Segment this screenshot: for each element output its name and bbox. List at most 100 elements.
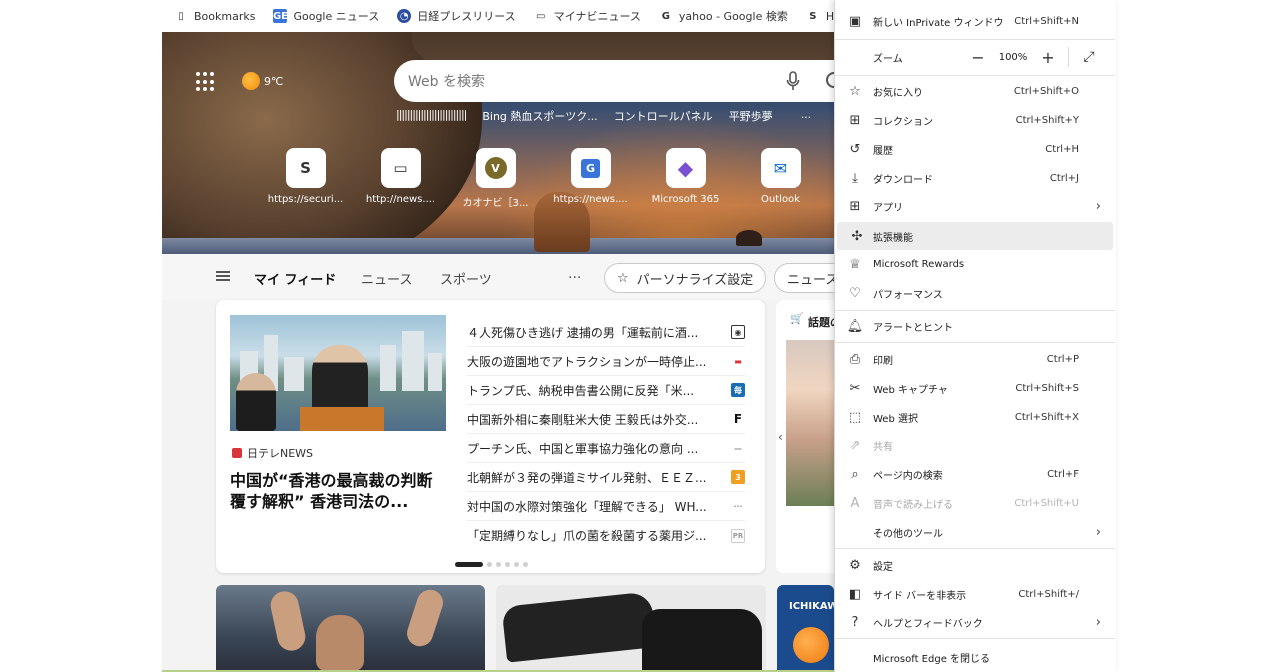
bookmark-security[interactable]: SHome - Security Bo... bbox=[806, 9, 834, 23]
menu-microsoft-rewards[interactable]: ♕ Microsoft Rewards bbox=[835, 250, 1115, 278]
quick-link[interactable]: コントロールパネル bbox=[614, 108, 713, 124]
menu-hide-sidebar[interactable]: ◧ サイド バーを非表示 Ctrl+Shift+/ bbox=[835, 580, 1115, 608]
zoom-in-button[interactable]: + bbox=[1034, 48, 1062, 67]
web-search-box[interactable]: Web を検索 bbox=[394, 60, 834, 102]
news-list-item[interactable]: プーチン氏、中国と軍事協力強化の意向 ... — bbox=[467, 434, 745, 463]
menu-web-select[interactable]: ⬚ Web 選択 Ctrl+Shift+X bbox=[835, 403, 1115, 431]
top-stories-card: 日テレNEWS 中国が“香港の最高裁の判断覆す解釈” 香港司法の... ４人死傷… bbox=[216, 300, 765, 573]
weather-temp: 9℃ bbox=[264, 74, 284, 88]
sports-story-tile[interactable] bbox=[216, 585, 485, 672]
tab-news[interactable]: ニュース bbox=[361, 269, 412, 288]
top-site-tile[interactable]: Ghttps://news.... bbox=[543, 148, 638, 209]
publisher-logo-icon: ◉ bbox=[731, 325, 745, 339]
select-icon: ⬚ bbox=[848, 409, 862, 425]
top-site-tile[interactable]: ▭ http://news.... bbox=[353, 148, 448, 209]
quick-links: |||||||||||||||||||||||||| Bing 熱血スポーツク.… bbox=[396, 108, 811, 124]
app-launcher-button[interactable] bbox=[196, 72, 216, 92]
page-icon: ▯ bbox=[178, 10, 184, 22]
bookmark-mynavi[interactable]: ▭ マイナビニュース bbox=[534, 8, 641, 24]
pr-badge: PR bbox=[731, 528, 745, 543]
top-site-tile[interactable]: Shttps://securi... bbox=[258, 148, 353, 209]
microsoft-365-icon: ◆ bbox=[665, 148, 706, 188]
menu-alerts-tips[interactable]: 🔔︎ アラートとヒント bbox=[835, 312, 1115, 340]
background-sea bbox=[162, 238, 834, 254]
shopping-card[interactable]: 🛒 話題の bbox=[776, 300, 834, 573]
top-sites: Shttps://securi... ▭ http://news.... V カオナ… bbox=[258, 148, 828, 209]
news-list-item[interactable]: 中国新外相に秦剛駐米大使 王毅氏は外交... F bbox=[467, 405, 745, 434]
news-list-item[interactable]: 大阪の遊園地でアトラクションが一時停止... ▬ bbox=[467, 347, 745, 376]
product-ad-tile[interactable] bbox=[496, 585, 766, 672]
carousel-prev-icon[interactable]: ‹ bbox=[778, 430, 783, 444]
main-story-headline[interactable]: 中国が“香港の最高裁の判断覆す解釈” 香港司法の... bbox=[230, 470, 446, 512]
outlook-icon: ✉ bbox=[760, 148, 801, 188]
main-story-image[interactable] bbox=[230, 315, 446, 431]
bookmark-bookmarks[interactable]: ▯ Bookmarks bbox=[174, 9, 255, 23]
promo-tile[interactable]: ICHIKAW bbox=[777, 585, 834, 672]
bookmarks-bar: ▯ Bookmarks GE Google ニュース ◔ 日経プレスリリース ▭ マイナ… bbox=[162, 0, 834, 32]
fullscreen-icon[interactable]: ⤢ bbox=[1075, 49, 1103, 65]
publisher-logo-icon: ··· bbox=[733, 501, 743, 511]
visual-search-icon[interactable] bbox=[826, 72, 834, 88]
menu-print[interactable]: ⎙ 印刷 Ctrl+P bbox=[835, 345, 1115, 373]
bookmark-yahoo-google[interactable]: Gyahoo - Google 検索 bbox=[659, 8, 788, 24]
top-site-tile[interactable]: ✉ Outlook bbox=[733, 148, 828, 209]
top-site-tile[interactable]: V カオナビ［3... bbox=[448, 148, 543, 209]
zoom-level: 100% bbox=[998, 51, 1028, 63]
top-site-tile[interactable]: ◆ Microsoft 365 bbox=[638, 148, 733, 209]
news-list-item[interactable]: トランプ氏、納税申告書公開に反発「米... 毎 bbox=[467, 376, 745, 405]
cart-icon: 🛒 bbox=[790, 312, 804, 325]
menu-more-tools[interactable]: その他のツール › bbox=[835, 518, 1115, 546]
bookmark-google-news[interactable]: GE Google ニュース bbox=[273, 8, 379, 24]
menu-collections[interactable]: ⊞ コレクション Ctrl+Shift+Y bbox=[835, 106, 1115, 134]
menu-performance[interactable]: ♡ パフォーマンス bbox=[835, 279, 1115, 307]
tab-sports[interactable]: スポーツ bbox=[440, 269, 492, 288]
background-island bbox=[736, 230, 762, 246]
news-list-item[interactable]: 北朝鮮が３発の弾道ミサイル発射、ＥＥＺ... 3 bbox=[467, 463, 745, 492]
edge-settings-menu: ▣ 新しい InPrivate ウィンドウ Ctrl+Shift+N ズーム −… bbox=[834, 0, 1116, 672]
menu-close-edge[interactable]: Microsoft Edge を閉じる bbox=[835, 643, 1115, 671]
security-icon: S bbox=[809, 10, 817, 22]
menu-apps[interactable]: ⊞ アプリ › bbox=[835, 192, 1115, 220]
menu-find-on-page[interactable]: ⌕ ページ内の検索 Ctrl+F bbox=[835, 460, 1115, 488]
quick-link[interactable]: Bing 熱血スポーツク... bbox=[482, 108, 597, 124]
monitor-icon: ▭ bbox=[535, 10, 546, 22]
shopping-card-image bbox=[786, 340, 834, 506]
monitor-icon: ▭ bbox=[380, 148, 421, 188]
menu-extensions[interactable]: ✣ 拡張機能 bbox=[837, 222, 1113, 250]
news-list-item[interactable]: ４人死傷ひき逃げ 逮捕の男「運転前に酒... ◉ bbox=[467, 318, 745, 347]
publisher-logo-icon: 毎 bbox=[731, 383, 745, 397]
bookmark-nikkei[interactable]: ◔ 日経プレスリリース bbox=[397, 8, 516, 24]
left-margin bbox=[0, 0, 162, 672]
personalize-button[interactable]: ☆ パーソナライズ設定 bbox=[604, 263, 766, 293]
zoom-out-button[interactable]: − bbox=[964, 48, 992, 67]
quick-link[interactable]: 平野歩夢 bbox=[729, 108, 773, 124]
quick-link[interactable]: |||||||||||||||||||||||||| bbox=[396, 108, 467, 124]
menu-history[interactable]: ↺ 履歴 Ctrl+H bbox=[835, 135, 1115, 163]
help-icon: ? bbox=[851, 614, 859, 630]
kaonavi-icon: V bbox=[475, 148, 516, 188]
menu-read-aloud: A 音声で読み上げる Ctrl+Shift+U bbox=[835, 489, 1115, 517]
carousel-indicator[interactable] bbox=[455, 562, 528, 567]
sun-icon bbox=[242, 72, 260, 90]
weather-widget[interactable]: 9℃ bbox=[242, 72, 283, 90]
menu-favorites[interactable]: ☆ お気に入り Ctrl+Shift+O bbox=[835, 77, 1115, 105]
quick-links-more[interactable]: ... bbox=[801, 108, 812, 124]
menu-new-inprivate[interactable]: ▣ 新しい InPrivate ウィンドウ Ctrl+Shift+N bbox=[835, 7, 1115, 35]
google-news-icon: GE bbox=[272, 9, 288, 23]
news-list-item[interactable]: 対中国の水際対策強化「理解できる」 WH... ··· bbox=[467, 492, 745, 521]
hamburger-icon[interactable] bbox=[216, 271, 230, 281]
performance-icon: ♡ bbox=[849, 285, 861, 301]
feed-more-button[interactable]: ... bbox=[568, 266, 581, 282]
news-list-item[interactable]: 「定期縛りなし」爪の菌を殺菌する薬用ジ... PR bbox=[467, 521, 745, 550]
search-input[interactable]: Web を検索 bbox=[408, 71, 485, 91]
microphone-icon[interactable] bbox=[786, 71, 800, 91]
menu-downloads[interactable]: ⤓ ダウンロード Ctrl+J bbox=[835, 164, 1115, 192]
sparkle-icon: ☆ bbox=[617, 270, 629, 286]
find-icon: ⌕ bbox=[851, 466, 859, 482]
menu-help-feedback[interactable]: ? ヘルプとフィードバック › bbox=[835, 608, 1115, 636]
download-icon: ⤓ bbox=[852, 170, 858, 186]
publisher-logo-icon: — bbox=[734, 443, 742, 453]
menu-web-capture[interactable]: ✂ Web キャプチャ Ctrl+Shift+S bbox=[835, 374, 1115, 402]
tab-my-feed[interactable]: マイ フィード bbox=[254, 269, 336, 288]
menu-settings[interactable]: ⚙ 設定 bbox=[835, 551, 1115, 579]
